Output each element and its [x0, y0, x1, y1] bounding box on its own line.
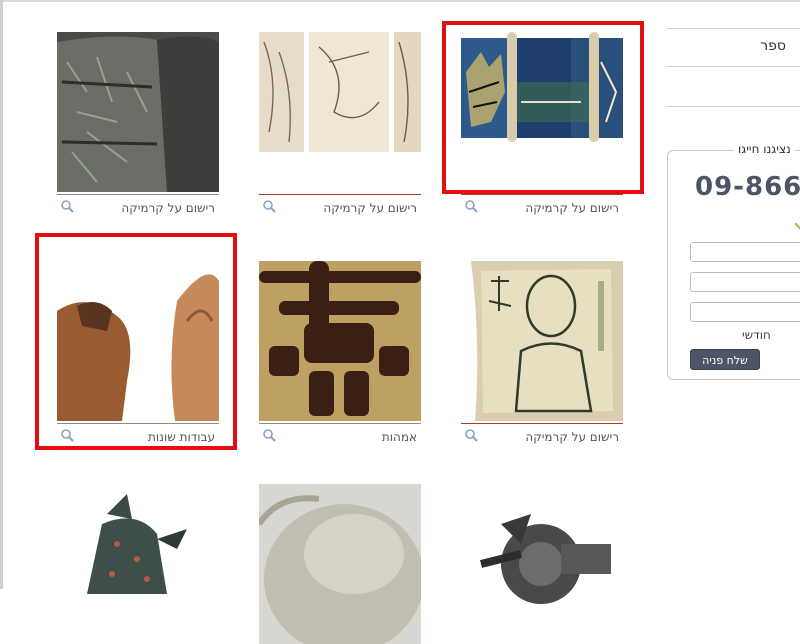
- zoom-icon[interactable]: [464, 199, 478, 213]
- newsletter-label: חודשי: [742, 328, 771, 342]
- zoom-icon[interactable]: [464, 428, 478, 442]
- gallery-caption[interactable]: רישום על קרמיקה: [323, 201, 417, 215]
- phone-field[interactable]: [690, 302, 800, 322]
- left-scroll-edge: [0, 0, 3, 589]
- gallery-thumbnail[interactable]: [57, 32, 219, 192]
- phone-number[interactable]: 09-8663: [695, 172, 800, 202]
- contact-form-legend: נציגנו חייגו: [734, 142, 795, 156]
- gallery-caption[interactable]: אמהות: [382, 430, 417, 444]
- gallery-item[interactable]: רישום על קרמיקה: [57, 32, 219, 219]
- caption-row: רישום על קרמיקה: [461, 423, 623, 448]
- gallery-thumbnail[interactable]: [461, 484, 623, 644]
- gallery-item[interactable]: רישום על קרמיקה: [259, 32, 421, 219]
- sidebar-divider: [667, 28, 800, 29]
- caption-row: אמהות: [259, 423, 421, 448]
- submit-button[interactable]: שלח פניה: [690, 349, 760, 370]
- zoom-icon[interactable]: [60, 199, 74, 213]
- gallery-thumbnail[interactable]: [259, 32, 421, 192]
- highlight-frame: [35, 233, 237, 450]
- sidebar-title[interactable]: ספר: [666, 38, 786, 54]
- gallery-item[interactable]: [461, 484, 623, 644]
- sidebar-divider: [667, 106, 800, 107]
- email-field[interactable]: [690, 272, 800, 292]
- gallery-item[interactable]: אמהות: [259, 261, 421, 448]
- gallery-thumbnail[interactable]: [57, 484, 219, 644]
- highlight-frame: [442, 21, 644, 194]
- gallery-caption[interactable]: רישום על קרמיקה: [121, 201, 215, 215]
- gallery-item[interactable]: רישום על קרמיקה: [461, 261, 623, 448]
- caption-row: רישום על קרמיקה: [57, 194, 219, 219]
- gallery-thumbnail[interactable]: [259, 484, 421, 644]
- name-field[interactable]: [690, 242, 800, 262]
- caption-row: רישום על קרמיקה: [259, 194, 421, 219]
- gallery-item[interactable]: [259, 484, 421, 644]
- gallery-thumbnail[interactable]: [461, 261, 623, 421]
- caption-row: רישום על קרמיקה: [461, 194, 623, 219]
- gallery-caption[interactable]: רישום על קרמיקה: [525, 201, 619, 215]
- zoom-icon[interactable]: [262, 428, 276, 442]
- zoom-icon[interactable]: [262, 199, 276, 213]
- gallery-caption[interactable]: רישום על קרמיקה: [525, 430, 619, 444]
- sidebar-divider: [667, 66, 800, 67]
- gallery-item[interactable]: [57, 484, 219, 644]
- gallery-thumbnail[interactable]: [259, 261, 421, 421]
- top-divider: [0, 0, 800, 2]
